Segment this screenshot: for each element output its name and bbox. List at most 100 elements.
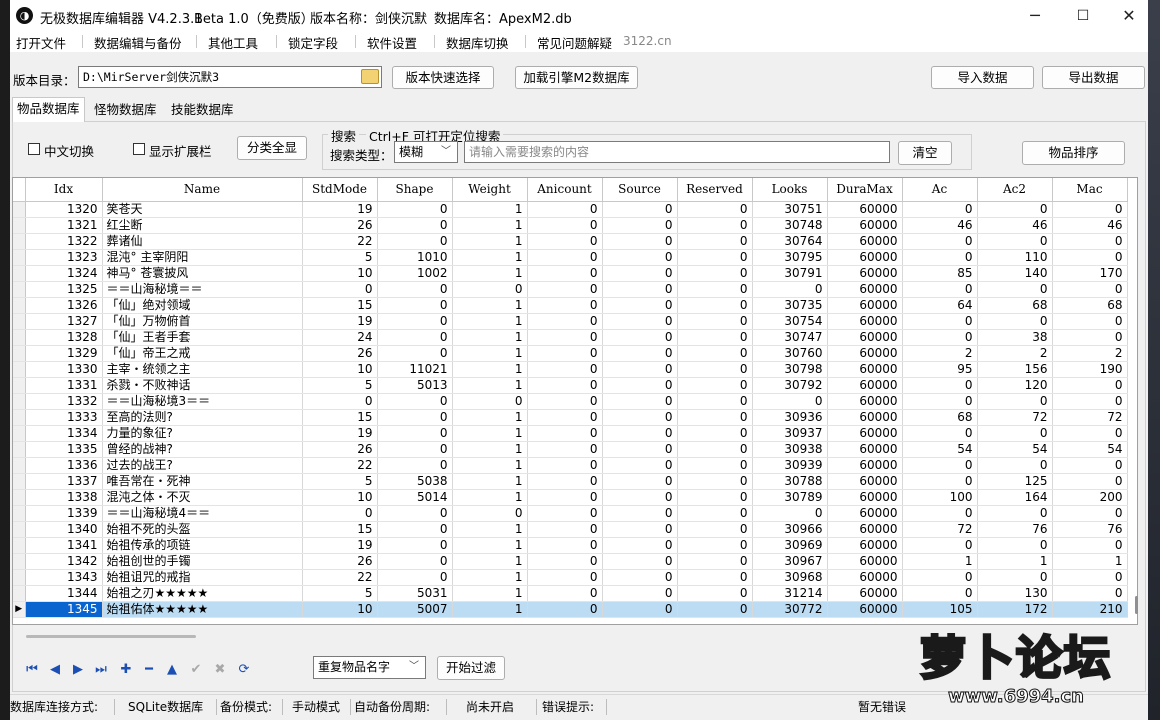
menu-other-tools[interactable]: 其他工具: [208, 33, 258, 52]
table-row[interactable]: 1320 笑苍天 19 0 1 0 0 0 30751 60000 0 0 0: [13, 201, 1128, 218]
grid-cell[interactable]: 85: [902, 265, 978, 282]
grid-cell[interactable]: 0: [1052, 249, 1128, 266]
table-row[interactable]: 1340 始祖不死的头盔 15 0 1 0 0 0 30966 60000 72 76 76: [13, 521, 1128, 538]
grid-cell[interactable]: 30967: [752, 553, 828, 570]
next-record-icon[interactable]: ▶: [70, 662, 86, 678]
grid-cell[interactable]: 140: [977, 265, 1053, 282]
grid-cell[interactable]: 24: [302, 329, 378, 346]
grid-cell[interactable]: 60000: [827, 233, 903, 250]
post-record-icon[interactable]: ✔: [188, 662, 204, 678]
grid-cell[interactable]: 笑苍天: [102, 201, 303, 218]
grid-cell[interactable]: 始祖诅咒的戒指: [102, 569, 303, 586]
grid-cell[interactable]: 120: [977, 377, 1053, 394]
grid-cell[interactable]: 5007: [377, 601, 453, 618]
table-row[interactable]: 1337 唯吾常在・死神 5 5038 1 0 0 0 30788 60000 0 125 0: [13, 473, 1128, 490]
grid-cell[interactable]: 0: [377, 521, 453, 538]
grid-cell[interactable]: 54: [1052, 441, 1128, 458]
grid-cell[interactable]: 60000: [827, 281, 903, 298]
grid-cell[interactable]: 60000: [827, 409, 903, 426]
grid-cell[interactable]: 1: [452, 425, 528, 442]
grid-cell[interactable]: 0: [602, 281, 678, 298]
grid-cell[interactable]: 0: [377, 569, 453, 586]
row-indicator[interactable]: [13, 345, 26, 362]
row-indicator[interactable]: [13, 265, 26, 282]
start-filter-button[interactable]: 开始过滤: [437, 656, 505, 680]
grid-cell[interactable]: 0: [377, 217, 453, 234]
table-row[interactable]: 1334 力量的象征? 19 0 1 0 0 0 30937 60000 0 0 0: [13, 425, 1128, 442]
grid-cell[interactable]: 210: [1052, 601, 1128, 618]
grid-cell[interactable]: 1328: [25, 329, 103, 346]
grid-cell[interactable]: 「仙」万物俯首: [102, 313, 303, 330]
grid-cell[interactable]: 0: [677, 457, 753, 474]
grid-cell[interactable]: 0: [602, 441, 678, 458]
grid-cell[interactable]: 0: [977, 393, 1053, 410]
grid-cell[interactable]: 60000: [827, 505, 903, 522]
grid-cell[interactable]: 0: [527, 425, 603, 442]
grid-cell[interactable]: 0: [527, 537, 603, 554]
grid-cell[interactable]: 1331: [25, 377, 103, 394]
grid-cell[interactable]: 164: [977, 489, 1053, 506]
grid-cell[interactable]: 「仙」王者手套: [102, 329, 303, 346]
grid-cell[interactable]: 0: [677, 553, 753, 570]
grid-cell[interactable]: 1: [1052, 553, 1128, 570]
grid-cell[interactable]: 1344: [25, 585, 103, 602]
table-row[interactable]: 1339 ＝＝山海秘境4＝＝ 0 0 0 0 0 0 0 60000 0 0 0: [13, 505, 1128, 522]
grid-cell[interactable]: 0: [902, 585, 978, 602]
row-indicator[interactable]: [13, 409, 26, 426]
grid-cell[interactable]: 0: [677, 281, 753, 298]
grid-cell[interactable]: 0: [677, 425, 753, 442]
grid-cell[interactable]: 15: [302, 521, 378, 538]
grid-cell[interactable]: 170: [1052, 265, 1128, 282]
grid-cell[interactable]: 30795: [752, 249, 828, 266]
grid-cell[interactable]: 1: [452, 361, 528, 378]
grid-cell[interactable]: 0: [527, 393, 603, 410]
grid-cell[interactable]: 54: [977, 441, 1053, 458]
grid-cell[interactable]: 26: [302, 441, 378, 458]
row-indicator[interactable]: [13, 233, 26, 250]
grid-cell[interactable]: 0: [377, 329, 453, 346]
grid-cell[interactable]: 72: [977, 409, 1053, 426]
tab-monsters-db[interactable]: 怪物数据库: [90, 99, 161, 121]
grid-cell[interactable]: 0: [1052, 473, 1128, 490]
row-indicator[interactable]: [13, 553, 26, 570]
grid-cell[interactable]: 1: [452, 553, 528, 570]
grid-cell[interactable]: 0: [752, 505, 828, 522]
grid-cell[interactable]: 60000: [827, 489, 903, 506]
grid-cell[interactable]: 72: [902, 521, 978, 538]
grid-cell[interactable]: 1: [452, 313, 528, 330]
grid-cell[interactable]: 1327: [25, 313, 103, 330]
grid-cell[interactable]: 190: [1052, 361, 1128, 378]
grid-cell[interactable]: 5: [302, 377, 378, 394]
grid-cell[interactable]: 0: [377, 457, 453, 474]
grid-cell[interactable]: 60000: [827, 441, 903, 458]
grid-cell[interactable]: 0: [902, 377, 978, 394]
grid-cell[interactable]: ＝＝山海秘境4＝＝: [102, 505, 303, 522]
menu-faq[interactable]: 常见问题解疑: [537, 33, 612, 52]
grid-cell[interactable]: 1342: [25, 553, 103, 570]
grid-cell[interactable]: 1335: [25, 441, 103, 458]
grid-cell[interactable]: 1333: [25, 409, 103, 426]
grid-cell[interactable]: 1: [452, 265, 528, 282]
grid-cell[interactable]: 0: [677, 441, 753, 458]
table-row[interactable]: 1329 「仙」帝王之戒 26 0 1 0 0 0 30760 60000 2 2 2: [13, 345, 1128, 362]
grid-cell[interactable]: 红尘断: [102, 217, 303, 234]
grid-cell[interactable]: 1341: [25, 537, 103, 554]
grid-cell[interactable]: 0: [1052, 569, 1128, 586]
grid-cell[interactable]: 0: [602, 217, 678, 234]
grid-cell[interactable]: 0: [902, 313, 978, 330]
grid-cell[interactable]: 46: [902, 217, 978, 234]
grid-cell[interactable]: 1002: [377, 265, 453, 282]
grid-cell[interactable]: 0: [902, 457, 978, 474]
duplicate-filter-select[interactable]: 重复物品名字 ﹀: [313, 656, 426, 679]
refresh-record-icon[interactable]: ⟳: [236, 662, 252, 678]
grid-cell[interactable]: 60000: [827, 297, 903, 314]
menu-db-switch[interactable]: 数据库切换: [446, 33, 509, 52]
table-row[interactable]: 1332 ＝＝山海秘境3＝＝ 0 0 0 0 0 0 0 60000 0 0 0: [13, 393, 1128, 410]
grid-cell[interactable]: 30788: [752, 473, 828, 490]
import-button[interactable]: 导入数据: [931, 66, 1034, 89]
grid-cell[interactable]: 0: [1052, 201, 1128, 218]
grid-cell[interactable]: 0: [452, 393, 528, 410]
dir-path-input[interactable]: D:\MirServer剑侠沉默3: [78, 66, 382, 88]
grid-cell[interactable]: 至高的法则?: [102, 409, 303, 426]
grid-cell[interactable]: 0: [677, 217, 753, 234]
